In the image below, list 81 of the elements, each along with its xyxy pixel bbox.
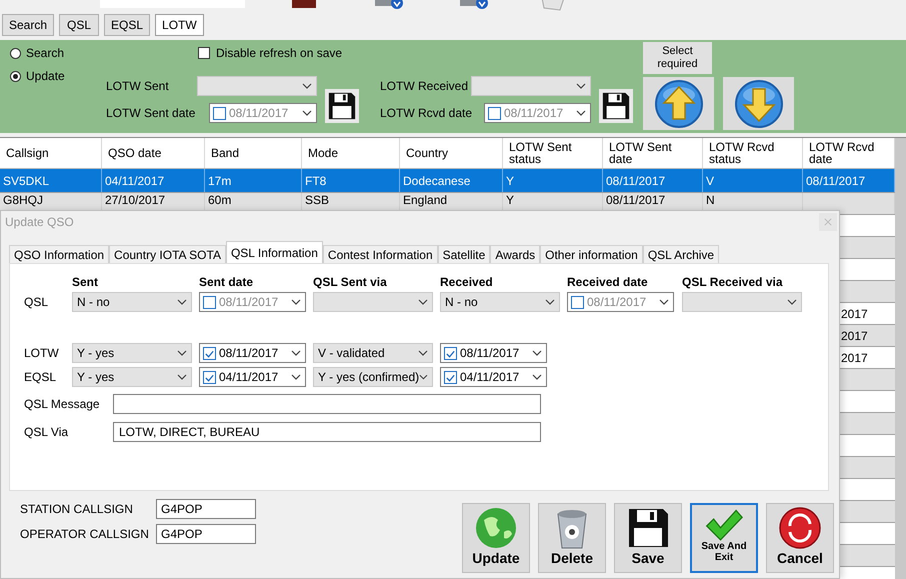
table-cell: V — [706, 174, 714, 188]
table-cell: Y — [506, 174, 514, 188]
column-header: Sent date — [199, 276, 254, 288]
tab[interactable]: QSL Information — [226, 241, 323, 263]
column-header: Sent — [72, 276, 100, 288]
column-header: Received — [440, 276, 494, 288]
field-label: OPERATOR CALLSIGN — [20, 527, 150, 541]
table-cell: Dodecanese — [403, 174, 470, 188]
field-label: LOTW Sent date — [106, 106, 196, 120]
date-picker[interactable]: 08/11/2017 — [199, 343, 306, 363]
select-required-button[interactable]: Select required — [643, 42, 712, 74]
row-label: LOTW — [24, 346, 60, 360]
checkbox[interactable]: Disable refresh on save — [198, 46, 637, 60]
tab[interactable]: Other information — [540, 245, 643, 263]
field-label: LOTW Sent — [106, 79, 170, 93]
tab[interactable]: Country IOTA SOTA — [109, 245, 226, 263]
table-cell: G8HQJ — [3, 194, 44, 207]
tab[interactable]: LOTW — [155, 14, 204, 36]
input-field[interactable]: G4POP — [156, 499, 256, 519]
table-cell: 27/10/2017 — [105, 194, 166, 207]
column-header[interactable]: Country — [400, 138, 503, 168]
dropdown[interactable]: N - no — [440, 292, 560, 312]
column-header[interactable]: QSO date — [102, 138, 205, 168]
action-button[interactable]: Save — [614, 503, 682, 573]
column-header[interactable]: Mode — [302, 138, 400, 168]
table-cell: SSB — [305, 194, 330, 207]
tab[interactable]: Satellite — [438, 245, 490, 263]
dropdown[interactable]: Y - yes (confirmed) — [313, 367, 433, 387]
table-cell: 2017 — [841, 350, 868, 364]
date-picker[interactable]: 04/11/2017 — [440, 367, 547, 387]
column-header[interactable]: Band — [205, 138, 302, 168]
date-picker[interactable]: 08/11/2017 — [440, 343, 547, 363]
dropdown[interactable]: N - no — [72, 292, 192, 312]
column-header[interactable]: LOTW Sent status — [503, 138, 603, 168]
date-picker[interactable]: 04/11/2017 — [199, 367, 306, 387]
input-field[interactable]: G4POP — [156, 524, 256, 544]
table-cell: Y — [506, 194, 514, 207]
action-button[interactable]: Update — [462, 503, 530, 573]
column-header: Received date — [567, 276, 649, 288]
field-label: QSL Message — [24, 397, 101, 411]
table-cell: 08/11/2017 — [606, 194, 666, 207]
row-label: QSL — [24, 295, 50, 309]
column-header[interactable]: LOTW Rcvd status — [703, 138, 803, 168]
table-cell: 17m — [208, 174, 232, 188]
table-cell: FT8 — [305, 174, 326, 188]
column-header: QSL Sent via — [313, 276, 388, 288]
action-button[interactable]: Save And Exit — [690, 503, 758, 573]
table-cell: 08/11/2017 — [606, 174, 666, 188]
table-cell: 2017 — [841, 306, 868, 320]
table-cell: 2017 — [841, 328, 868, 342]
column-header[interactable]: Callsign — [0, 138, 102, 168]
tab[interactable]: QSO Information — [9, 245, 110, 263]
tab[interactable]: QSL Archive — [642, 245, 720, 263]
table-cell: N — [706, 194, 715, 207]
tab[interactable]: EQSL — [104, 14, 150, 36]
table-row[interactable]: SV5DKL 04/11/2017 17m FT8 Dodecanese Y 08/11/2017 V 08/11/2017 — [0, 169, 895, 193]
radio-button[interactable]: Search — [10, 46, 96, 60]
field-label: LOTW Rcvd date — [380, 106, 474, 120]
action-button[interactable]: Delete — [538, 503, 606, 573]
tab[interactable]: Awards — [490, 245, 540, 263]
field-label: LOTW Received — [380, 79, 470, 93]
table-cell: 04/11/2017 — [105, 174, 164, 188]
dropdown[interactable]: V - validated — [313, 343, 433, 363]
field-label: QSL Via — [24, 425, 70, 439]
row-label: EQSL — [24, 370, 58, 384]
table-cell: 60m — [208, 194, 232, 207]
radio-button[interactable]: Update — [10, 69, 96, 83]
tab[interactable]: QSL — [59, 14, 100, 36]
column-header: QSL Received via — [682, 276, 784, 288]
column-header[interactable]: LOTW Sent date — [603, 138, 703, 168]
input-field[interactable]: LOTW, DIRECT, BUREAU — [113, 422, 541, 442]
dropdown[interactable]: Y - yes — [72, 343, 192, 363]
table-cell: 08/11/2017 — [806, 174, 866, 188]
table-cell: England — [403, 194, 448, 207]
table-cell: SV5DKL — [3, 174, 50, 188]
action-button[interactable]: Cancel — [766, 503, 834, 573]
tab[interactable]: Search — [2, 14, 54, 36]
field-label: STATION CALLSIGN — [20, 502, 134, 516]
tab[interactable]: Contest Information — [322, 245, 438, 263]
dropdown[interactable]: Y - yes — [72, 367, 192, 387]
window-title: Update QSO — [5, 215, 74, 229]
